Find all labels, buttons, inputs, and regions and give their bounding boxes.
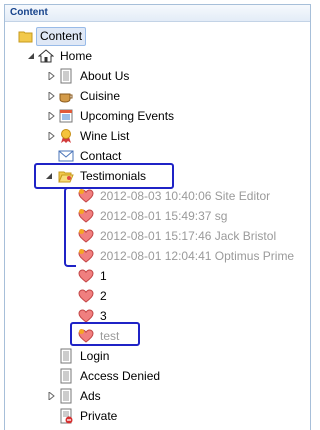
- tree-node-contact[interactable]: Contact: [0, 146, 300, 166]
- tree-node-1[interactable]: 1: [0, 266, 300, 286]
- coffee-cup-icon: [59, 93, 73, 103]
- heart-icon: [78, 229, 94, 243]
- node-label: Access Denied: [80, 369, 161, 383]
- node-label: Home: [60, 49, 93, 63]
- node-label: Content: [40, 29, 83, 43]
- folder-icon: [18, 31, 33, 43]
- node-label: Login: [80, 349, 110, 363]
- tree-node-about-us[interactable]: About Us: [0, 66, 300, 86]
- tree-node-3[interactable]: 3: [0, 306, 300, 326]
- home-icon: [38, 49, 54, 63]
- tree-node-wine-list[interactable]: Wine List: [0, 126, 300, 146]
- collapsed-arrow-icon[interactable]: [48, 132, 55, 140]
- expanded-arrow-icon[interactable]: [28, 52, 35, 60]
- node-label: Private: [80, 409, 118, 423]
- node-label: 3: [100, 309, 107, 323]
- page-icon: [60, 348, 72, 364]
- collapsed-arrow-icon[interactable]: [48, 92, 55, 100]
- tree-node-test[interactable]: test: [0, 326, 300, 346]
- node-label: 2012-08-01 12:04:41 Optimus Prime: [100, 249, 295, 263]
- tree-node-testimonial-1[interactable]: 2012-08-03 10:40:06 Site Editor: [0, 186, 300, 206]
- tree-node-login[interactable]: Login: [0, 346, 300, 366]
- node-label: About Us: [80, 69, 130, 83]
- tree-node-cuisine[interactable]: Cuisine: [0, 86, 300, 106]
- tree-node-access-denied[interactable]: Access Denied: [0, 366, 300, 386]
- page-icon: [60, 368, 72, 384]
- page-icon: [60, 68, 72, 84]
- collapsed-arrow-icon[interactable]: [48, 112, 55, 120]
- node-label: Contact: [80, 149, 122, 163]
- tree-node-home[interactable]: Home: [0, 46, 300, 66]
- node-label: Cuisine: [80, 89, 121, 103]
- heart-icon: [78, 269, 94, 283]
- node-label: Upcoming Events: [80, 109, 175, 123]
- tree-node-2[interactable]: 2: [0, 286, 300, 306]
- calendar-icon: [59, 109, 73, 123]
- heart-icon: [78, 329, 94, 343]
- node-label: Ads: [80, 389, 101, 403]
- panel-header: Content: [5, 5, 310, 22]
- node-label: 2: [100, 289, 107, 303]
- tree-node-ads[interactable]: Ads: [0, 386, 300, 406]
- heart-icon: [78, 289, 94, 303]
- expanded-arrow-icon[interactable]: [46, 172, 53, 180]
- restricted-page-icon: [60, 408, 73, 424]
- page-icon: [60, 388, 72, 404]
- heart-icon: [78, 209, 94, 223]
- tree-node-testimonial-3[interactable]: 2012-08-01 15:17:46 Jack Bristol: [0, 226, 300, 246]
- tree-node-testimonial-4[interactable]: 2012-08-01 12:04:41 Optimus Prime: [0, 246, 300, 266]
- node-label: 1: [100, 269, 107, 283]
- heart-icon: [78, 249, 94, 263]
- tree-node-private[interactable]: Private: [0, 406, 300, 426]
- envelope-icon: [58, 150, 74, 162]
- heart-icon: [78, 309, 94, 323]
- tree-node-testimonials[interactable]: Testimonials: [0, 166, 300, 186]
- node-label: Wine List: [80, 129, 130, 143]
- node-label: 2012-08-01 15:17:46 Jack Bristol: [100, 229, 277, 243]
- tree-node-upcoming-events[interactable]: Upcoming Events: [0, 106, 300, 126]
- award-ribbon-icon: [61, 129, 71, 143]
- tree-node-content[interactable]: Content: [0, 26, 300, 46]
- node-label: 2012-08-01 15:49:37 sg: [100, 209, 228, 223]
- node-label: Testimonials: [80, 169, 147, 183]
- tree-node-testimonial-2[interactable]: 2012-08-01 15:49:37 sg: [0, 206, 300, 226]
- open-folder-icon: [58, 171, 74, 183]
- node-label: test: [100, 329, 120, 343]
- heart-icon: [78, 189, 94, 203]
- collapsed-arrow-icon[interactable]: [48, 392, 55, 400]
- node-label: 2012-08-03 10:40:06 Site Editor: [100, 189, 271, 203]
- collapsed-arrow-icon[interactable]: [48, 72, 55, 80]
